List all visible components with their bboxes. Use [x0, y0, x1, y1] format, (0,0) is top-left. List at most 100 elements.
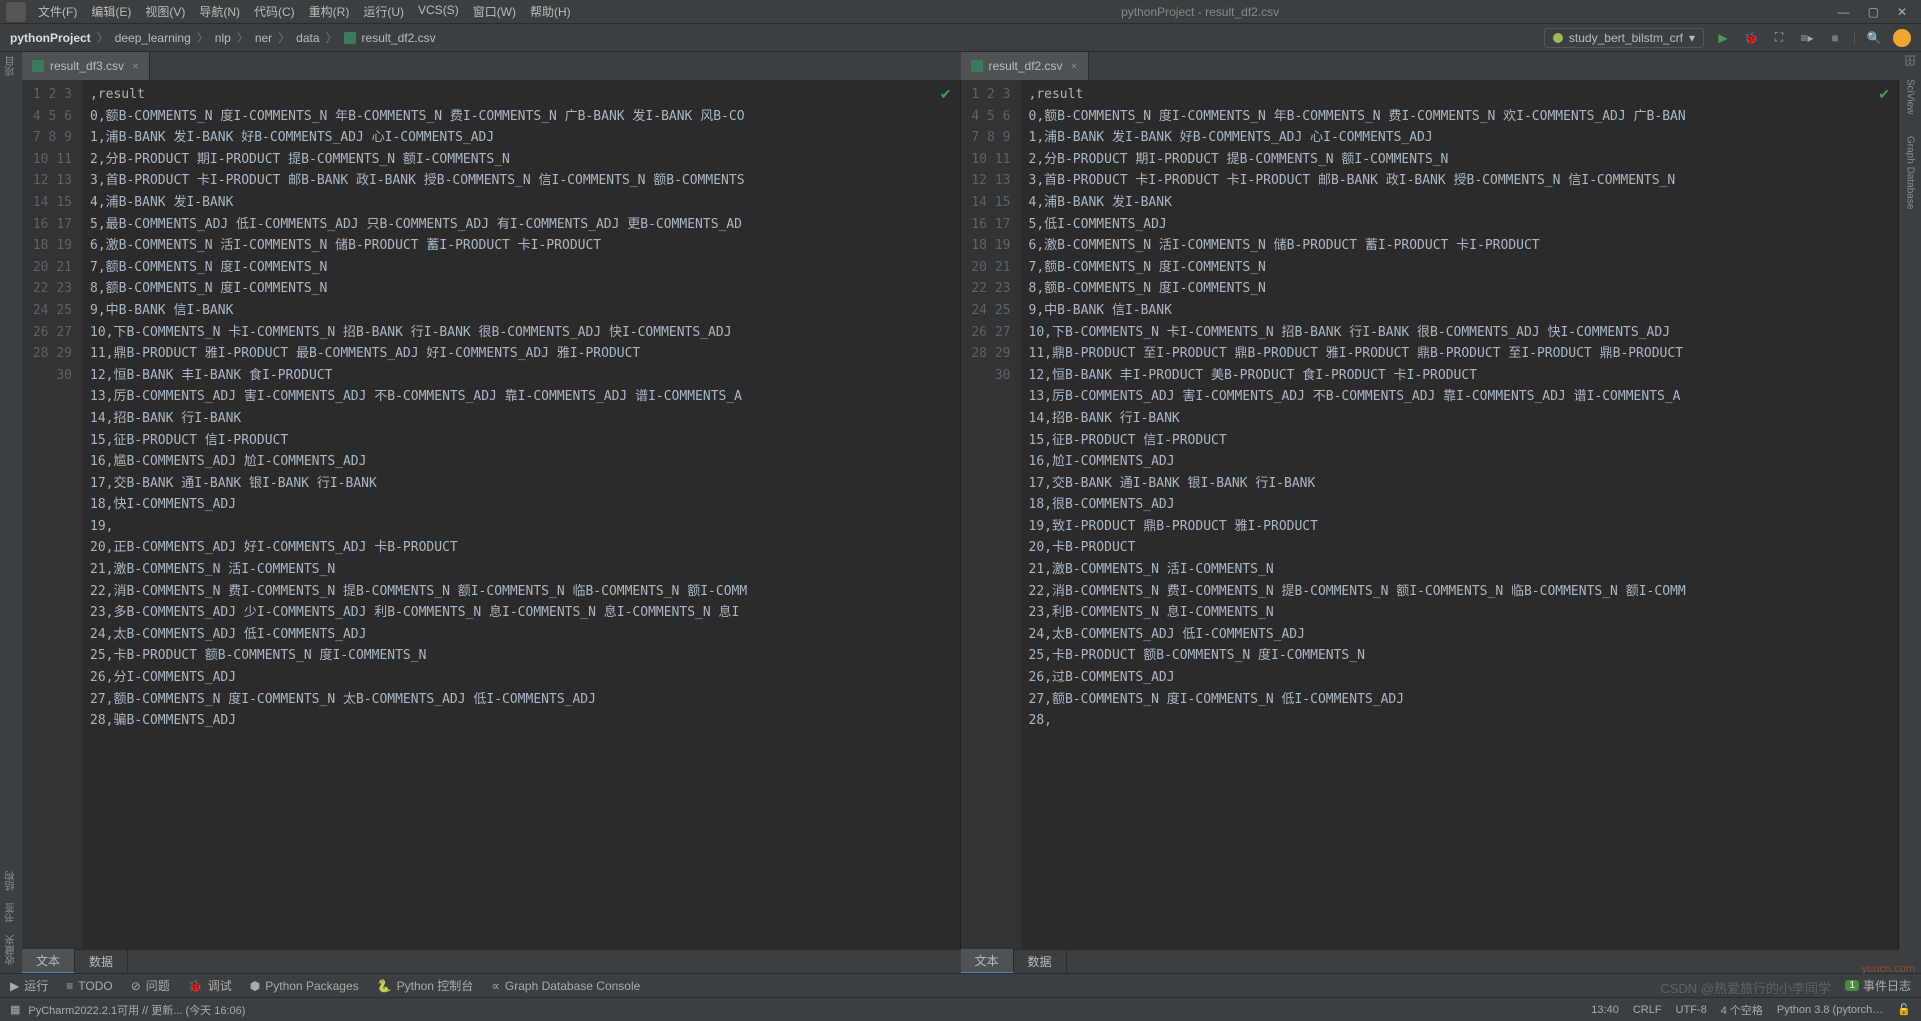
close-tab-icon[interactable]: × — [1071, 59, 1078, 73]
subtab-text-right[interactable]: 文本 — [961, 949, 1014, 973]
tw-packages[interactable]: ⬢Python Packages — [250, 979, 359, 993]
maximize-button[interactable]: ▢ — [1868, 5, 1879, 19]
subtab-data-left[interactable]: 数据 — [75, 950, 128, 973]
bc-4[interactable]: data — [296, 31, 319, 45]
coverage-button[interactable]: ⛶ — [1770, 29, 1788, 47]
event-log-label: 事件日志 — [1863, 977, 1911, 994]
menu-help[interactable]: 帮助(H) — [524, 3, 577, 20]
titlebar: 文件(F) 编辑(E) 视图(V) 导航(N) 代码(C) 重构(R) 运行(U… — [0, 0, 1921, 24]
python-icon: 🐍 — [377, 979, 392, 993]
notification-badge: 1 — [1845, 980, 1859, 991]
minimize-button[interactable]: — — [1838, 5, 1850, 19]
tab-label: result_df3.csv — [50, 59, 124, 73]
editor-pane-right[interactable]: ✔ 1 2 3 4 5 6 7 8 9 10 11 12 13 14 15 16… — [961, 80, 1900, 949]
bc-2[interactable]: nlp — [215, 31, 231, 45]
indent-info[interactable]: 4 个空格 — [1721, 1002, 1763, 1018]
debug-button[interactable]: 🐞 — [1742, 29, 1760, 47]
menu-run[interactable]: 运行(U) — [357, 3, 410, 20]
list-icon: ≡ — [66, 979, 73, 993]
warning-icon: ⊘ — [131, 979, 141, 993]
bc-1[interactable]: deep_learning — [115, 31, 191, 45]
status-bar: ▦ PyCharm2022.2.1可用 // 更新... (今天 16:06) … — [0, 997, 1921, 1021]
sidebar-sciview[interactable]: SciView — [1905, 79, 1916, 114]
profile-button[interactable]: ≡▸ — [1798, 29, 1816, 47]
window-controls: — ▢ ✕ — [1824, 5, 1921, 19]
tw-todo[interactable]: ≡TODO — [66, 979, 112, 993]
subtab-text-left[interactable]: 文本 — [22, 949, 75, 973]
package-icon: ⬢ — [250, 979, 260, 993]
stop-button[interactable]: ■ — [1826, 29, 1844, 47]
tab-left-file[interactable]: result_df3.csv × — [22, 52, 150, 80]
status-update[interactable]: PyCharm2022.2.1可用 // 更新... (今天 16:06) — [28, 1002, 245, 1018]
python-icon — [1553, 33, 1563, 43]
sidebar-favorites[interactable]: 收藏夹 — [4, 935, 19, 965]
chevron-down-icon: ▾ — [1689, 31, 1695, 45]
gutter-left: 1 2 3 4 5 6 7 8 9 10 11 12 13 14 15 16 1… — [22, 80, 82, 949]
tw-python-console[interactable]: 🐍Python 控制台 — [377, 977, 474, 994]
graph-icon: ∝ — [491, 979, 500, 993]
editor-area: result_df3.csv × result_df2.csv × ✔ 1 2 … — [22, 52, 1899, 973]
file-icon — [971, 60, 983, 72]
editor-bottom-tabs: 文本 数据 文本 数据 — [22, 949, 1899, 973]
menu-refactor[interactable]: 重构(R) — [303, 3, 356, 20]
main-area: 项目 结构 书签 收藏夹 result_df3.csv × result_df2… — [0, 52, 1921, 973]
event-log-button[interactable]: 1 事件日志 — [1845, 977, 1911, 994]
search-button[interactable]: 🔍 — [1865, 29, 1883, 47]
navigation-bar: pythonProject〉 deep_learning〉 nlp〉 ner〉 … — [0, 24, 1921, 52]
menu-vcs[interactable]: VCS(S) — [412, 3, 465, 20]
sidebar-bookmarks[interactable]: 书签 — [4, 903, 19, 923]
separator — [1854, 31, 1855, 45]
tab-right-file[interactable]: result_df2.csv × — [961, 52, 1089, 80]
tw-debug[interactable]: 🐞调试 — [188, 977, 232, 994]
gutter-right: 1 2 3 4 5 6 7 8 9 10 11 12 13 14 15 16 1… — [961, 80, 1021, 949]
tw-graph-db[interactable]: ∝Graph Database Console — [491, 979, 640, 993]
editor-pane-left[interactable]: ✔ 1 2 3 4 5 6 7 8 9 10 11 12 13 14 15 16… — [22, 80, 961, 949]
menu-file[interactable]: 文件(F) — [32, 3, 83, 20]
bc-file[interactable]: result_df2.csv — [362, 31, 436, 45]
inspection-ok-icon: ✔ — [1878, 86, 1890, 103]
bc-project[interactable]: pythonProject — [10, 31, 91, 45]
close-button[interactable]: ✕ — [1897, 5, 1907, 19]
bc-3[interactable]: ner — [255, 31, 272, 45]
tw-run[interactable]: ▶运行 — [10, 977, 48, 994]
run-config-label: study_bert_bilstm_crf — [1569, 31, 1683, 45]
editor-tabs-row: result_df3.csv × result_df2.csv × — [22, 52, 1899, 80]
database-icon[interactable]: 🗄 — [1904, 56, 1917, 67]
subtab-data-right[interactable]: 数据 — [1014, 950, 1067, 973]
bottom-toolwindow-bar: ▶运行 ≡TODO ⊘问题 🐞调试 ⬢Python Packages 🐍Pyth… — [0, 973, 1921, 997]
window-title: pythonProject - result_df2.csv — [577, 5, 1824, 19]
bug-icon: 🐞 — [188, 979, 203, 993]
caret-position[interactable]: 13:40 — [1591, 1004, 1619, 1016]
readonly-lock-icon[interactable]: 🔓 — [1897, 1003, 1911, 1016]
code-left[interactable]: ,result 0,额B-COMMENTS_N 度I-COMMENTS_N 年B… — [82, 80, 960, 949]
tab-label: result_df2.csv — [989, 59, 1063, 73]
menu-edit[interactable]: 编辑(E) — [85, 3, 137, 20]
sidebar-structure[interactable]: 结构 — [4, 871, 19, 891]
inspection-ok-icon: ✔ — [940, 86, 952, 103]
code-right[interactable]: ,result 0,额B-COMMENTS_N 度I-COMMENTS_N 年B… — [1021, 80, 1899, 949]
menu-code[interactable]: 代码(C) — [248, 3, 301, 20]
run-button[interactable]: ▶ — [1714, 29, 1732, 47]
run-configuration[interactable]: study_bert_bilstm_crf ▾ — [1544, 28, 1704, 48]
ide-settings-icon[interactable]: ▦ — [10, 1003, 20, 1016]
interpreter-info[interactable]: Python 3.8 (pytorch… — [1777, 1004, 1883, 1016]
account-avatar[interactable] — [1893, 29, 1911, 47]
menubar: 文件(F) 编辑(E) 视图(V) 导航(N) 代码(C) 重构(R) 运行(U… — [32, 3, 577, 20]
left-toolwindow-bar: 项目 结构 书签 收藏夹 — [0, 52, 22, 973]
tw-problems[interactable]: ⊘问题 — [131, 977, 170, 994]
app-icon — [6, 2, 26, 22]
breadcrumb: pythonProject〉 deep_learning〉 nlp〉 ner〉 … — [10, 29, 436, 46]
file-icon — [32, 60, 44, 72]
line-separator[interactable]: CRLF — [1633, 1004, 1662, 1016]
menu-window[interactable]: 窗口(W) — [467, 3, 522, 20]
sidebar-project[interactable]: 项目 — [4, 56, 19, 76]
close-tab-icon[interactable]: × — [132, 59, 139, 73]
right-toolwindow-bar: 🗄 SciView Graph Database — [1899, 52, 1921, 973]
play-icon: ▶ — [10, 979, 19, 993]
menu-navigate[interactable]: 导航(N) — [193, 3, 246, 20]
file-icon — [344, 32, 356, 44]
sidebar-graphdb[interactable]: Graph Database — [1905, 136, 1916, 209]
menu-view[interactable]: 视图(V) — [139, 3, 191, 20]
split-panes: ✔ 1 2 3 4 5 6 7 8 9 10 11 12 13 14 15 16… — [22, 80, 1899, 949]
file-encoding[interactable]: UTF-8 — [1676, 1004, 1707, 1016]
